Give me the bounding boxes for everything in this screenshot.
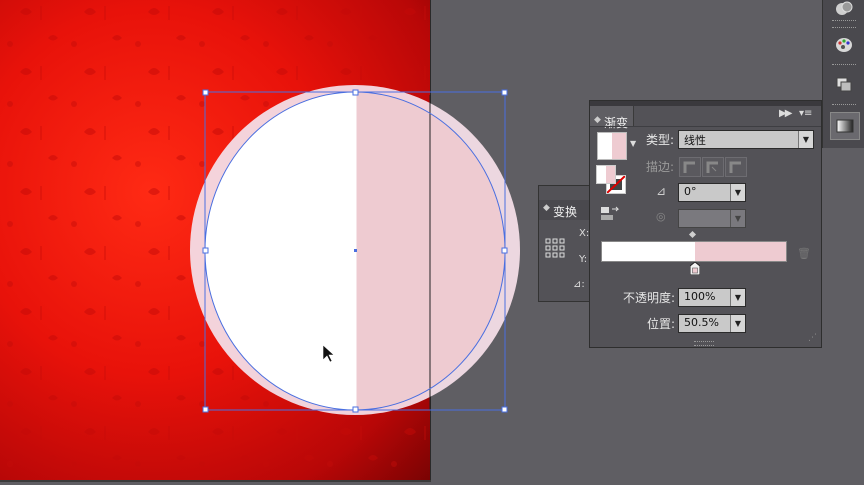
opacity-label: 不透明度:: [623, 291, 676, 305]
panel-arrows-icon[interactable]: ◆: [594, 115, 601, 125]
opacity-value: 100%: [684, 290, 716, 303]
pathfinder-icon[interactable]: [830, 72, 858, 98]
reverse-gradient-icon[interactable]: [600, 206, 620, 225]
transform-angle-icon: ⊿:: [573, 279, 585, 290]
transform-panel-title: 变换: [553, 205, 578, 219]
type-label: 类型:: [646, 133, 675, 147]
panel-header-divider: [590, 126, 821, 127]
fill-stroke-toggle[interactable]: [596, 165, 628, 195]
gradient-midpoint-handle[interactable]: [688, 230, 697, 239]
collapse-arrows-icon[interactable]: ▶▶: [779, 108, 792, 119]
stroke-gradient-within-icon[interactable]: [679, 157, 701, 177]
angle-field[interactable]: 0° ▼: [678, 183, 746, 202]
chevron-down-icon[interactable]: ▼: [630, 139, 636, 148]
delete-stop-icon[interactable]: 🗑: [797, 247, 811, 260]
panel-scroll-grip[interactable]: [694, 341, 714, 346]
fill-swatch[interactable]: [596, 165, 616, 184]
panel-menu-icon[interactable]: ▾≡: [799, 108, 812, 119]
transform-x-label: X:: [579, 228, 590, 239]
gradient-panel-title: 渐变: [604, 116, 629, 130]
gradient-slider[interactable]: [601, 241, 787, 262]
chevron-down-icon[interactable]: ▼: [730, 184, 745, 201]
gradient-swatch[interactable]: [597, 132, 627, 160]
stroke-gradient-along-icon[interactable]: [702, 157, 724, 177]
location-label: 位置:: [647, 317, 676, 331]
dock-grip[interactable]: [832, 27, 856, 30]
transform-panel[interactable]: ◆ 变换 X: Y: ⊿:: [538, 185, 595, 302]
stroke-label: 描边:: [646, 160, 675, 174]
chevron-down-icon[interactable]: ▼: [730, 315, 745, 332]
resize-grip-icon[interactable]: ⋰: [808, 333, 817, 343]
stroke-gradient-across-icon[interactable]: [725, 157, 747, 177]
angle-value: 0°: [684, 185, 697, 198]
gradient-panel[interactable]: ◆ 渐变 ▶▶ ▾≡ ▼ 类型: 线性 ▼ 描边: ⊿ 0° ▼ ◎ ▼ 🗑 不…: [589, 100, 822, 348]
gradient-type-value: 线性: [684, 134, 706, 147]
aspect-ratio-field: ▼: [678, 209, 746, 228]
panel-arrows-icon[interactable]: ◆: [543, 203, 550, 213]
panel-dock-strip: [822, 0, 864, 148]
reference-point-icon[interactable]: [545, 238, 565, 258]
transform-y-label: Y:: [579, 254, 588, 265]
gradient-tab[interactable]: ◆ 渐变: [590, 106, 634, 130]
location-field[interactable]: 50.5% ▼: [678, 314, 746, 333]
dock-grip[interactable]: [832, 64, 856, 67]
opacity-field[interactable]: 100% ▼: [678, 288, 746, 307]
chevron-down-icon[interactable]: ▼: [730, 289, 745, 306]
color-palette-icon[interactable]: [830, 32, 858, 58]
gradient-type-select[interactable]: 线性 ▼: [678, 130, 814, 149]
location-value: 50.5%: [684, 316, 719, 329]
center-point: [354, 249, 357, 252]
gradient-panel-icon[interactable]: [830, 112, 860, 140]
chevron-down-icon: ▼: [730, 210, 745, 227]
appearance-panel-icon[interactable]: [830, 0, 858, 22]
dock-grip[interactable]: [832, 104, 856, 107]
color-stop-handle[interactable]: [689, 262, 700, 275]
angle-icon: ⊿: [656, 184, 667, 198]
aspect-ratio-icon: ◎: [656, 210, 666, 223]
chevron-down-icon[interactable]: ▼: [798, 131, 813, 148]
